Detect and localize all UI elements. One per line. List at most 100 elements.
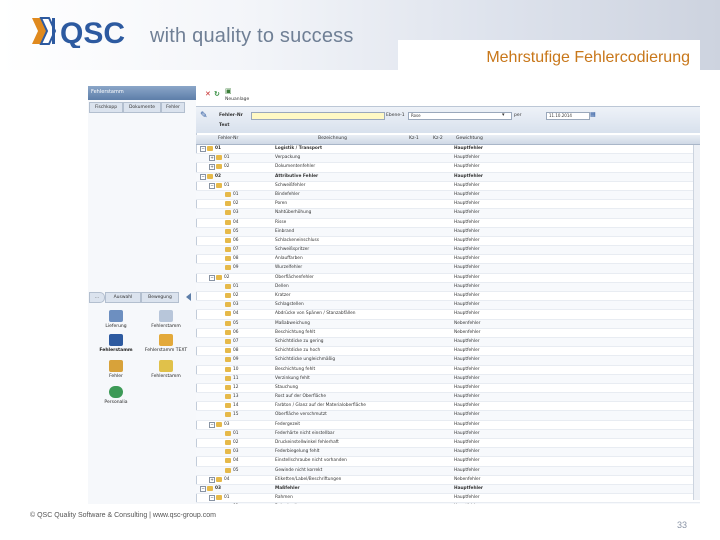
table-row[interactable]: 12 Stauchung Hauptfehler: [196, 384, 700, 394]
table-row[interactable]: 08 Schichtdicke zu hoch Hauptfehler: [196, 347, 700, 357]
col-bezeichnung[interactable]: Bezeichnung: [318, 136, 347, 141]
nav-icon-fehlerstamm-2[interactable]: Fehlerstamm: [88, 334, 144, 353]
expand-toggle-icon[interactable]: −: [209, 495, 215, 502]
cell-gewichtung: Hauptfehler: [454, 440, 480, 445]
nav-tab-auswahl[interactable]: Auswahl: [105, 292, 141, 303]
table-row[interactable]: 04 Risse Hauptfehler: [196, 219, 700, 228]
folder-icon: [216, 421, 222, 427]
calendar-icon[interactable]: ▦: [590, 111, 596, 118]
table-row[interactable]: 02 Kratzer Hauptfehler: [196, 292, 700, 302]
table-row[interactable]: 05 Maßabweichung Nebenfehler: [196, 319, 700, 329]
table-row[interactable]: − 02 Oberflächenfehler Hauptfehler: [196, 274, 700, 283]
cell-gewichtung: Hauptfehler: [454, 403, 480, 409]
expand-toggle-icon[interactable]: +: [209, 476, 215, 483]
cell-gewichtung: Hauptfehler: [454, 228, 480, 234]
table-row[interactable]: − 03 Federgezeit Hauptfehler: [196, 421, 700, 430]
col-fehler-nr[interactable]: Fehler-Nr: [218, 136, 238, 141]
expand-toggle-icon[interactable]: −: [209, 274, 215, 281]
expand-toggle-icon[interactable]: +: [209, 164, 215, 171]
table-row[interactable]: − 03 Maßfehler Hauptfehler: [196, 484, 700, 495]
refresh-icon[interactable]: ↻: [214, 90, 220, 98]
nav-tab-more[interactable]: ...: [89, 292, 105, 303]
col-kz1[interactable]: Kz-1: [409, 136, 419, 141]
table-row[interactable]: 08 Anlauffarben Hauptfehler: [196, 255, 700, 265]
toolbar: ✕ ↻ ▣ Neuanlage: [196, 86, 700, 106]
cell-fehler-nr: 07: [233, 247, 239, 253]
vertical-scrollbar[interactable]: [693, 145, 700, 500]
table-row[interactable]: +02 Dokumentenfehler Hauptfehler: [196, 163, 700, 173]
tab-dokumente[interactable]: Dokumente: [123, 102, 161, 113]
table-row[interactable]: 03 Schlagstellen Hauptfehler: [196, 301, 700, 311]
expand-toggle-icon[interactable]: −: [209, 182, 215, 189]
new-record-label[interactable]: Neuanlage: [225, 97, 249, 102]
table-row[interactable]: 09 Schichtdicke ungleichmäßig Hauptfehler: [196, 356, 700, 366]
fehler-nr-input[interactable]: [251, 112, 385, 120]
table-row[interactable]: 14 Farbton / Glanz auf der Materialoberfl…: [196, 402, 700, 412]
cell-bezeichnung: Einstellschraube nicht vorhanden: [275, 458, 347, 464]
tab-fischkopp[interactable]: Fischkopp: [89, 102, 123, 113]
table-row[interactable]: − 01 Logistik / Transport Hauptfehler: [196, 145, 700, 155]
collapse-left-icon[interactable]: [186, 293, 191, 301]
table-row[interactable]: 04 Abdrücke von Spänen / Stanzabfällen Hau…: [196, 310, 700, 320]
table-row[interactable]: 03 Nahtüberhöhung Hauptfehler: [196, 209, 700, 219]
table-row[interactable]: 13 Rost auf der Oberfläche Hauptfehler: [196, 393, 700, 403]
table-row[interactable]: 01RahmbreiteHauptfehler: [196, 503, 700, 504]
folder-icon: [207, 485, 213, 491]
nav-tab-bewegung[interactable]: Bewegung: [141, 292, 179, 303]
expand-toggle-icon[interactable]: −: [209, 421, 215, 428]
cell-bezeichnung: Schichtdicke zu hoch: [275, 348, 321, 354]
delete-icon[interactable]: ✕: [205, 90, 211, 98]
new-record-icon[interactable]: ▣: [225, 87, 232, 95]
expand-toggle-icon[interactable]: −: [200, 146, 206, 152]
folder-icon: [225, 283, 231, 289]
table-row[interactable]: +01 Verpackung Hauptfehler: [196, 154, 700, 164]
date-input[interactable]: 11.10.2014: [546, 112, 590, 120]
table-row[interactable]: 07 Schichtdicke zu gering Hauptfehler: [196, 337, 700, 348]
table-row[interactable]: 09 Wurzelfehler Hauptfehler: [196, 264, 700, 274]
cell-bezeichnung: Dokumentenfehler: [275, 164, 316, 170]
col-gewichtung[interactable]: Gewichtung: [456, 136, 483, 141]
table-row[interactable]: 01 Dellen Hauptfehler: [196, 282, 700, 292]
table-row[interactable]: 06 Beschichtung fehlt Nebenfehler: [196, 329, 700, 338]
cell-fehler-nr: 10: [233, 366, 239, 372]
table-row[interactable]: 06 Schlackeneinschluss Hauptfehler: [196, 237, 700, 247]
nav-icon-fehler[interactable]: Fehler: [88, 360, 144, 379]
table-row[interactable]: 02 Poren Hauptfehler: [196, 200, 700, 210]
right-pane: ✕ ↻ ▣ Neuanlage ✎ Fehler-Nr Text Ebene-1…: [196, 86, 700, 504]
cell-gewichtung: Hauptfehler: [454, 375, 480, 381]
table-row[interactable]: − 01 Rahmen Hauptfehler: [196, 494, 700, 504]
cell-gewichtung: Hauptfehler: [454, 219, 480, 225]
nav-icon-fehlerstamm-2-label: Fehlerstamm: [99, 348, 133, 353]
table-row[interactable]: 01 Bindefehler Hauptfehler: [196, 190, 700, 201]
cell-fehler-nr: 01: [224, 182, 230, 188]
cell-gewichtung: Hauptfehler: [454, 265, 480, 271]
table-row[interactable]: 05 Gewinde nicht korrekt Hauptfehler: [196, 466, 700, 476]
table-row[interactable]: − 01 Schweißfehler Hauptfehler: [196, 182, 700, 191]
table-row[interactable]: 15 Oberfläche verschmutzt Hauptfehler: [196, 411, 700, 421]
cell-bezeichnung: Anlauffarben: [275, 256, 303, 262]
table-row[interactable]: +04 Etiketten/Label/Beschriftungen Nebenfe…: [196, 476, 700, 485]
tab-fehler[interactable]: Fehler: [161, 102, 185, 113]
table-row[interactable]: 07 Schweißspritzer Hauptfehler: [196, 246, 700, 256]
nav-icon-fehlerstamm-3[interactable]: Fehlerstamm: [138, 360, 194, 379]
ebene-select[interactable]: Rose: [408, 112, 512, 120]
table-row[interactable]: 03 Federbiegelung fehlt Hauptfehler: [196, 448, 700, 458]
table-row[interactable]: 11 Verzinkung fehlt Hauptfehler: [196, 374, 700, 384]
table-row[interactable]: 05 Einbrand Hauptfehler: [196, 227, 700, 237]
chevron-down-icon[interactable]: ▾: [502, 112, 505, 118]
table-row[interactable]: 10 Beschichtung fehlt Hauptfehler: [196, 366, 700, 375]
cell-fehler-nr: 08: [233, 348, 239, 354]
expand-toggle-icon[interactable]: −: [200, 173, 206, 180]
nav-icon-lieferung[interactable]: Lieferung: [88, 310, 144, 329]
nav-icon-fehlerstamm-1[interactable]: Fehlerstamm: [138, 310, 194, 329]
nav-icon-fehlerstamm-text[interactable]: Fehlerstamm TEXT: [138, 334, 194, 353]
expand-toggle-icon[interactable]: +: [209, 155, 215, 162]
table-row[interactable]: 04 Einstellschraube nicht vorhanden Hauptf…: [196, 457, 700, 467]
folder-icon: [225, 403, 231, 409]
col-kz2[interactable]: Kz-2: [433, 136, 443, 141]
table-row[interactable]: 01 Federhärte nicht einstellbar Hauptfehle…: [196, 429, 700, 439]
nav-icon-personalia[interactable]: Personalia: [88, 386, 144, 405]
table-row[interactable]: 02 Druckeinstellwinkel fehlerhaft Hauptfeh…: [196, 439, 700, 449]
table-row[interactable]: − 02 Attributive Fehler Hauptfehler: [196, 172, 700, 182]
expand-toggle-icon[interactable]: −: [200, 485, 206, 492]
